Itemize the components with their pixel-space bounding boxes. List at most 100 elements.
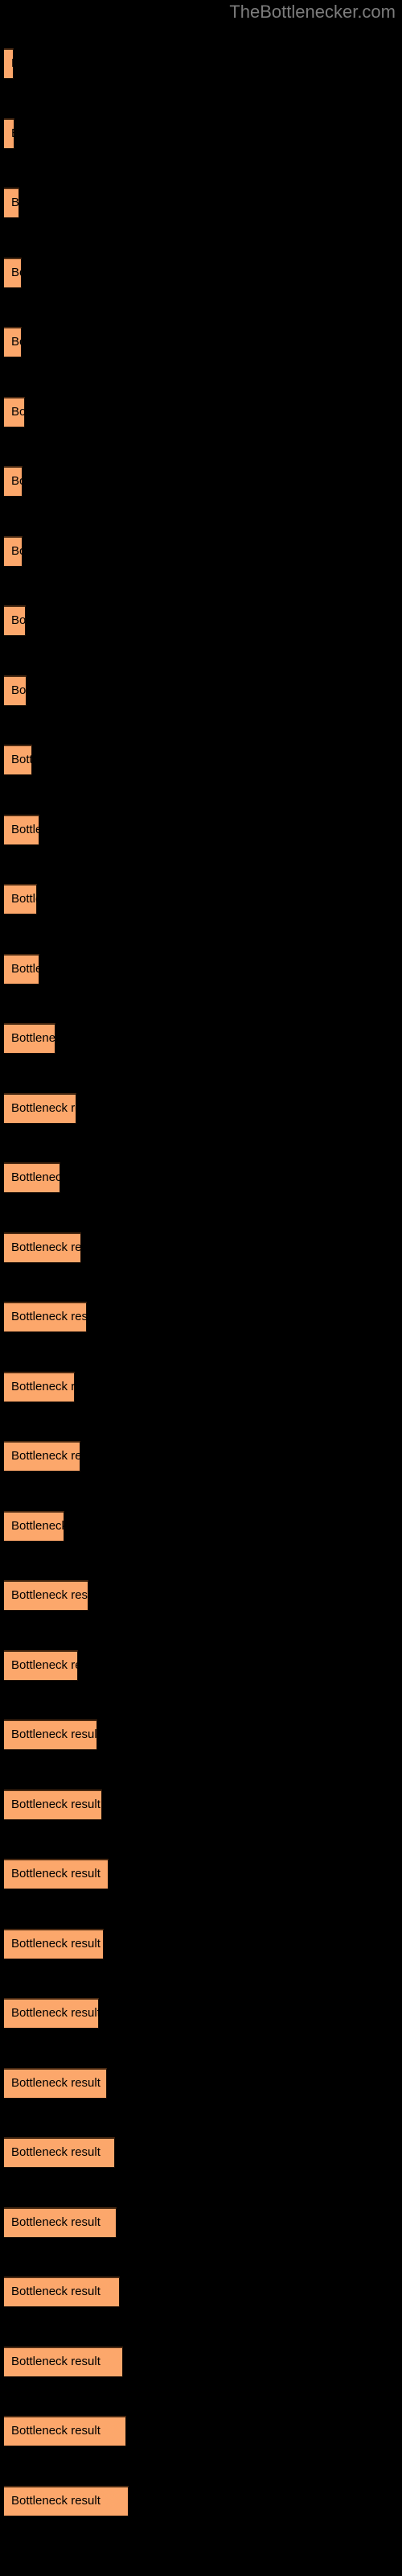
bar[interactable]: [4, 2486, 129, 2516]
bar-row: Bottleneck result: [0, 1093, 402, 1124]
bar-row: Bottleneck result: [0, 1372, 402, 1402]
bar-clip: Bottleneck result: [4, 815, 39, 845]
bar[interactable]: [4, 954, 39, 985]
bar[interactable]: [4, 1719, 97, 1750]
bar[interactable]: [4, 605, 26, 636]
bar-clip: Bottleneck result: [4, 1650, 78, 1681]
bar-clip: Bottleneck result: [4, 1023, 55, 1054]
bar-row: Bottleneck result: [0, 1719, 402, 1750]
bar-clip: Bottleneck result: [4, 1232, 81, 1263]
bar-container: Bottleneck result: [4, 258, 22, 288]
bar[interactable]: [4, 2347, 123, 2377]
bar-clip: Bottleneck result: [4, 1302, 87, 1332]
bar-clip: Bottleneck result: [4, 258, 22, 288]
bar-clip: Bottleneck result: [4, 1372, 75, 1402]
bar[interactable]: [4, 1372, 75, 1402]
bar[interactable]: [4, 327, 22, 357]
bar[interactable]: [4, 1650, 78, 1681]
bar-row: Bottleneck result: [0, 536, 402, 567]
bar[interactable]: [4, 675, 27, 706]
bar[interactable]: [4, 1998, 99, 2029]
bar-row: Bottleneck result: [0, 1929, 402, 1959]
bar-clip: Bottleneck result: [4, 2486, 129, 2516]
bar-row: Bottleneck result: [0, 675, 402, 706]
bar[interactable]: [4, 1580, 88, 1611]
bar-container: Bottleneck result: [4, 1650, 78, 1681]
bar-container: Bottleneck result: [4, 1302, 87, 1332]
bar-container: Bottleneck result: [4, 48, 14, 79]
bar-row: Bottleneck result: [0, 2486, 402, 2516]
bar-clip: Bottleneck result: [4, 2137, 115, 2168]
bar-clip: Bottleneck result: [4, 466, 23, 497]
bar-container: Bottleneck result: [4, 1790, 102, 1820]
bar-container: Bottleneck result: [4, 675, 27, 706]
bar[interactable]: [4, 1093, 76, 1124]
bar[interactable]: [4, 397, 25, 427]
bar-row: Bottleneck result: [0, 1302, 402, 1332]
bar-container: Bottleneck result: [4, 1511, 64, 1542]
bar[interactable]: [4, 1441, 80, 1472]
bar-clip: Bottleneck result: [4, 1580, 88, 1611]
bar-container: Bottleneck result: [4, 327, 22, 357]
bar-container: Bottleneck result: [4, 1093, 76, 1124]
bar[interactable]: [4, 1302, 87, 1332]
bar-clip: Bottleneck result: [4, 188, 19, 218]
chart-plot-area: Bottleneck result Bottleneck result Bottle…: [0, 0, 402, 2576]
bar-row: Bottleneck result: [0, 2277, 402, 2307]
bar[interactable]: [4, 1162, 60, 1193]
bar[interactable]: [4, 258, 22, 288]
bar-container: Bottleneck result: [4, 2137, 115, 2168]
bar-row: Bottleneck result: [0, 954, 402, 985]
bar-clip: Bottleneck result: [4, 327, 22, 357]
bar[interactable]: [4, 2277, 120, 2307]
bar[interactable]: [4, 2207, 117, 2238]
bar-clip: Bottleneck result: [4, 1441, 80, 1472]
bar-row: Bottleneck result: [0, 466, 402, 497]
bar-row: Bottleneck result: [0, 48, 402, 79]
bar-container: Bottleneck result: [4, 954, 39, 985]
bar-row: Bottleneck result: [0, 327, 402, 357]
bar-row: Bottleneck result: [0, 1859, 402, 1889]
bar-row: Bottleneck result: [0, 1650, 402, 1681]
bar[interactable]: [4, 2416, 126, 2446]
bar-clip: Bottleneck result: [4, 536, 23, 567]
bar-container: Bottleneck result: [4, 1998, 99, 2029]
bar[interactable]: [4, 466, 23, 497]
bar-container: Bottleneck result: [4, 2347, 123, 2377]
bar[interactable]: [4, 2137, 115, 2168]
bar-row: Bottleneck result: [0, 2137, 402, 2168]
bar[interactable]: [4, 1929, 104, 1959]
bar-clip: Bottleneck result: [4, 954, 39, 985]
bar-container: Bottleneck result: [4, 1929, 104, 1959]
bar[interactable]: [4, 536, 23, 567]
bar-container: Bottleneck result: [4, 397, 25, 427]
bar[interactable]: [4, 1511, 64, 1542]
bar[interactable]: [4, 1859, 109, 1889]
bar-clip: Bottleneck result: [4, 1929, 104, 1959]
bar-container: Bottleneck result: [4, 884, 37, 914]
bar-container: Bottleneck result: [4, 1232, 81, 1263]
bar-row: Bottleneck result: [0, 1441, 402, 1472]
bar[interactable]: [4, 1232, 81, 1263]
bar-container: Bottleneck result: [4, 2486, 129, 2516]
bar-row: Bottleneck result: [0, 188, 402, 218]
bar[interactable]: [4, 745, 32, 775]
bar-clip: Bottleneck result: [4, 118, 14, 149]
bar[interactable]: [4, 2068, 107, 2099]
bar-container: Bottleneck result: [4, 1859, 109, 1889]
bar-row: Bottleneck result: [0, 397, 402, 427]
bar[interactable]: [4, 118, 14, 149]
bar-container: Bottleneck result: [4, 188, 19, 218]
bar-clip: Bottleneck result: [4, 745, 32, 775]
bar-row: Bottleneck result: [0, 258, 402, 288]
bar-container: Bottleneck result: [4, 815, 39, 845]
bar[interactable]: [4, 884, 37, 914]
bar[interactable]: [4, 1023, 55, 1054]
bar[interactable]: [4, 1790, 102, 1820]
bar-row: Bottleneck result: [0, 1511, 402, 1542]
bottleneck-bar-chart: TheBottlenecker.com Bottleneck resultBot…: [0, 0, 402, 2576]
bar[interactable]: [4, 48, 14, 79]
bar-row: Bottleneck result: [0, 884, 402, 914]
bar[interactable]: [4, 188, 19, 218]
bar[interactable]: [4, 815, 39, 845]
